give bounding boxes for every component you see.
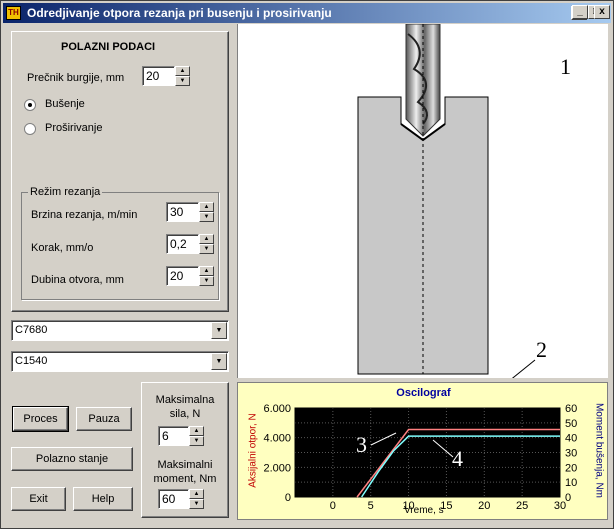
exit-button[interactable]: Exit (11, 487, 66, 511)
oscilloscope-chart: 0 5 10 15 20 25 3002.0004.0006.000010203040506… (263, 403, 577, 512)
drill-canvas: 1 2 (237, 23, 608, 395)
minimize-btn[interactable]: _ (572, 5, 588, 19)
speed-label: Brzina rezanja, m/min (31, 209, 138, 221)
spin-down-icon[interactable]: ▼ (175, 76, 190, 86)
diameter-label: Prečnik burgije, mm (27, 72, 125, 84)
max-force-stepper[interactable]: 6 ▲ ▼ (158, 426, 204, 446)
diameter-spin-arrows[interactable]: ▲ ▼ (175, 66, 190, 86)
radio-drilling[interactable] (24, 99, 36, 111)
spin-up-icon[interactable]: ▲ (175, 66, 190, 76)
pause-button[interactable]: Pauza (76, 407, 132, 431)
y-axis-right-label: Moment bušenja, Nm (593, 402, 605, 499)
close-button[interactable]: x (594, 5, 610, 19)
spin-up-icon[interactable]: ▲ (199, 266, 214, 276)
depth-spin-arrows[interactable]: ▲ ▼ (199, 266, 214, 286)
y-right-tick-label: 60 (565, 403, 577, 415)
y-right-tick-label: 0 (565, 492, 571, 504)
reset-button[interactable]: Polazno stanje (11, 447, 133, 471)
input-panel-heading: POLAZNI PODACI (61, 41, 156, 53)
spin-down-icon[interactable]: ▼ (189, 436, 204, 446)
app-icon: TH (6, 6, 21, 20)
help-button[interactable]: Help (73, 487, 133, 511)
y-axis-left-label: Aksijalni otpor, N (247, 413, 259, 488)
x-axis-label: Vreme, s (404, 505, 444, 516)
annotation-4: 4 (452, 446, 463, 471)
x-tick-label: 25 (516, 500, 528, 512)
diameter-stepper[interactable]: 20 ▲ ▼ (142, 66, 190, 86)
radio-drilling-label[interactable]: Bušenje (45, 98, 85, 110)
y-left-tick-label: 0 (285, 492, 291, 504)
annotation-1: 1 (560, 54, 571, 79)
max-force-label: Maksimalna sila, N (141, 393, 229, 421)
max-moment-label-line1: Maksimalni (157, 459, 213, 471)
depth-label: Dubina otvora, mm (31, 274, 124, 286)
spin-up-icon[interactable]: ▲ (189, 489, 204, 499)
material-combo-1[interactable]: C7680 ▼ (11, 320, 229, 341)
spin-down-icon[interactable]: ▼ (199, 244, 214, 254)
title-bar[interactable]: TH Odredjivanje otpora rezanja pri busen… (3, 3, 611, 23)
max-force-spin-arrows[interactable]: ▲ ▼ (189, 426, 204, 446)
y-right-tick-label: 30 (565, 448, 577, 460)
feed-spin-arrows[interactable]: ▲ ▼ (199, 234, 214, 254)
annotation-2: 2 (536, 337, 547, 362)
max-moment-label: Maksimalni moment, Nm (141, 458, 229, 486)
oscilloscope-panel: Oscilograf 0 5 10 15 20 25 30 0 2.000 4.000 6.000 0… (237, 382, 608, 520)
chevron-down-icon[interactable]: ▼ (211, 322, 227, 339)
radio-reaming[interactable] (24, 123, 36, 135)
annotation-3: 3 (356, 432, 367, 457)
max-moment-stepper[interactable]: 60 ▲ ▼ (158, 489, 204, 509)
spin-down-icon[interactable]: ▼ (189, 499, 204, 509)
y-left-tick-label: 4.000 (263, 433, 291, 445)
depth-value[interactable]: 20 (166, 266, 199, 286)
annotation-2-leader (492, 359, 536, 395)
chevron-down-icon[interactable]: ▼ (211, 353, 227, 370)
max-moment-value[interactable]: 60 (158, 489, 189, 509)
y-right-tick-label: 20 (565, 462, 577, 474)
spin-up-icon[interactable]: ▲ (189, 426, 204, 436)
speed-spin-arrows[interactable]: ▲ ▼ (199, 202, 214, 222)
y-right-tick-label: 40 (565, 433, 577, 445)
feed-label: Korak, mm/o (31, 242, 94, 254)
x-tick-label: 20 (478, 500, 490, 512)
max-force-label-line2: sila, N (169, 408, 201, 420)
y-left-tick-label: 2.000 (263, 462, 291, 474)
max-force-value[interactable]: 6 (158, 426, 189, 446)
material-combo-1-value: C7680 (15, 324, 48, 336)
spin-down-icon[interactable]: ▼ (199, 212, 214, 222)
speed-stepper[interactable]: 30 ▲ ▼ (166, 202, 214, 222)
speed-value[interactable]: 30 (166, 202, 199, 222)
window-title: Odredjivanje otpora rezanja pri busenju … (27, 6, 332, 20)
max-moment-label-line2: moment, Nm (153, 473, 217, 485)
radio-reaming-label[interactable]: Proširivanje (45, 122, 102, 134)
regime-group-legend: Režim rezanja (28, 186, 103, 198)
y-left-tick-label: 6.000 (263, 403, 291, 415)
diameter-value[interactable]: 20 (142, 66, 175, 86)
material-combo-2[interactable]: C1540 ▼ (11, 351, 229, 372)
depth-stepper[interactable]: 20 ▲ ▼ (166, 266, 214, 286)
feed-value[interactable]: 0,2 (166, 234, 199, 254)
spin-up-icon[interactable]: ▲ (199, 202, 214, 212)
process-button[interactable]: Proces (12, 406, 69, 432)
spin-up-icon[interactable]: ▲ (199, 234, 214, 244)
x-tick-label: 0 (330, 500, 336, 512)
drill-illustration (357, 23, 536, 395)
feed-stepper[interactable]: 0,2 ▲ ▼ (166, 234, 214, 254)
max-force-label-line1: Maksimalna (155, 394, 215, 406)
spin-down-icon[interactable]: ▼ (199, 276, 214, 286)
max-moment-spin-arrows[interactable]: ▲ ▼ (189, 489, 204, 509)
y-right-tick-label: 50 (565, 418, 577, 430)
y-right-tick-label: 10 (565, 477, 577, 489)
x-tick-label: 5 (368, 500, 374, 512)
material-combo-2-value: C1540 (15, 355, 48, 367)
